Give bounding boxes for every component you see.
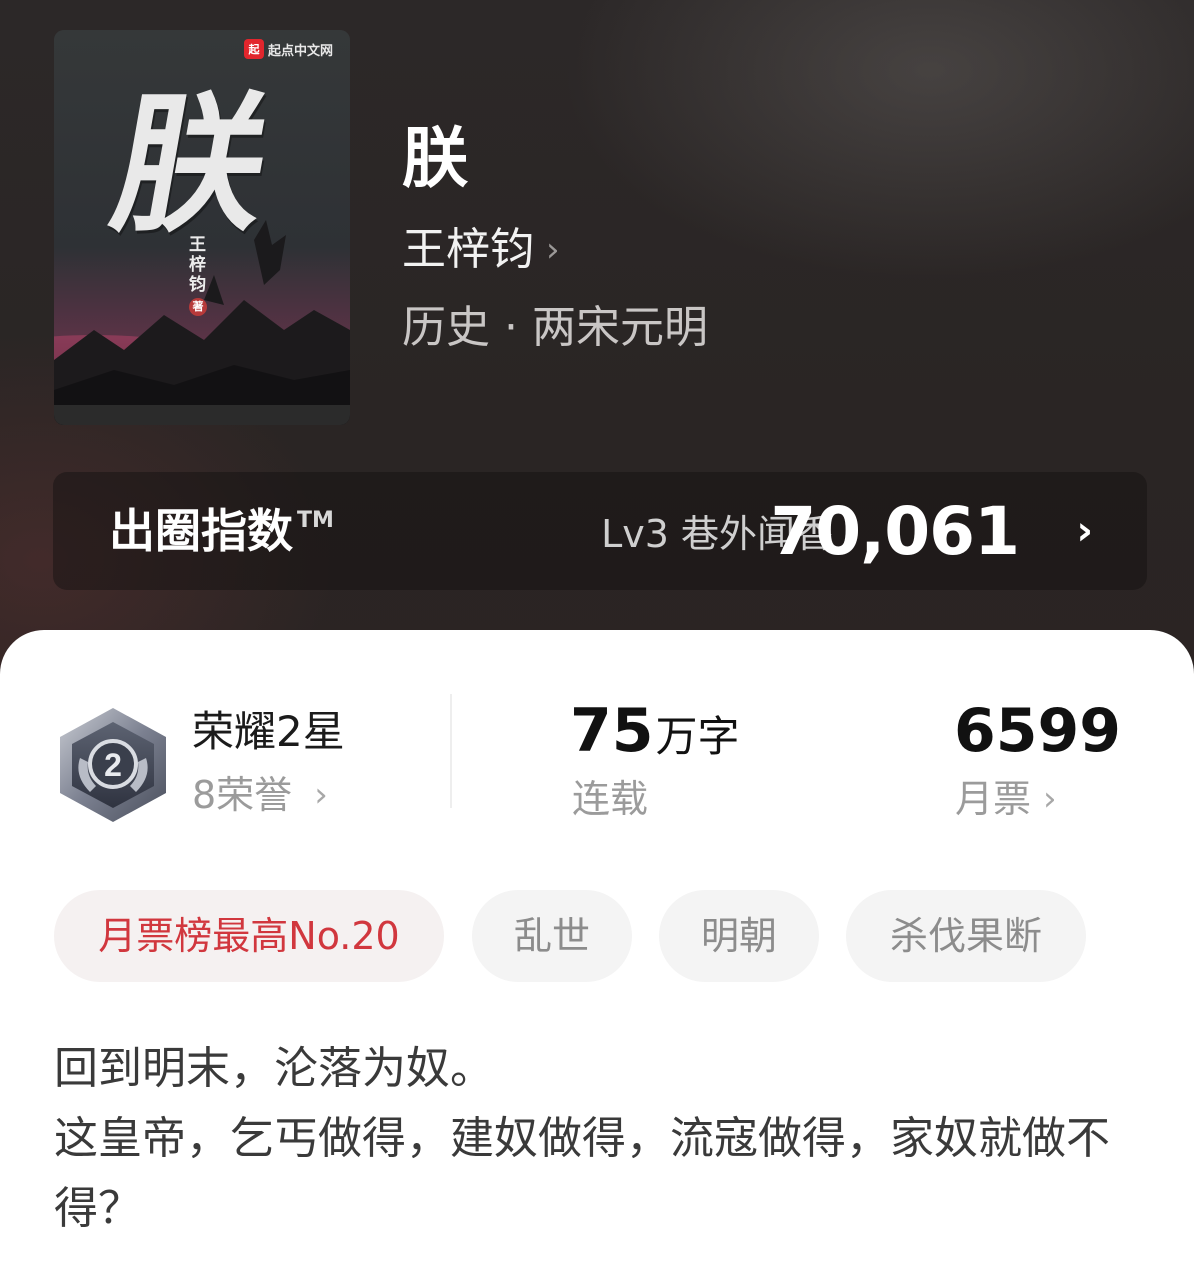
honor-badge-number: 2 — [104, 747, 122, 783]
stats-divider — [450, 694, 452, 808]
author-link[interactable]: 王梓钧 › — [402, 222, 560, 278]
cover-author-text: 王梓钧 — [189, 235, 206, 295]
word-count: 75 万字 — [570, 696, 740, 767]
cover-author-badge: 著 — [189, 298, 207, 316]
book-title: 朕 — [402, 119, 468, 197]
book-cover[interactable]: 起 起点中文网 朕 王梓钧 著 — [54, 30, 350, 425]
cover-logo-text: 起点中文网 — [268, 43, 334, 59]
cover-title: 朕 — [100, 77, 282, 253]
tag-item[interactable]: 杀伐果断 — [846, 890, 1086, 982]
chevron-right-icon: › — [546, 230, 560, 270]
cover-logo: 起 起点中文网 — [244, 38, 333, 60]
honor-count: 8荣誉 — [192, 773, 293, 817]
book-header: 起 起点中文网 朕 王梓钧 著 朕 王梓钧 › 历史 · 两宋元明 出圈指数 T… — [0, 0, 1194, 700]
chevron-right-icon: › — [1076, 508, 1093, 554]
book-synopsis[interactable]: 回到明末，沦落为奴。 这皇帝，乞丐做得，建奴做得，流寇做得，家奴就做不得？ — [54, 1034, 1134, 1244]
chevron-right-icon: › — [314, 775, 328, 815]
trademark-mark: TM — [297, 508, 334, 533]
tag-item[interactable]: 乱世 — [472, 890, 632, 982]
honor-title: 荣耀2星 — [192, 707, 345, 756]
author-name: 王梓钧 — [402, 224, 534, 275]
book-info-sheet: 2 荣耀2星 8荣誉 › 75 万字 连载 6599 月票 › 月票榜最高No.… — [0, 630, 1194, 1262]
monthly-votes-link[interactable]: 月票 › — [955, 774, 1057, 824]
popularity-index-card[interactable]: 出圈指数 TM Lv3 巷外闻香 70,061 › — [53, 472, 1147, 590]
honor-badge-icon[interactable]: 2 — [56, 706, 170, 824]
tag-rank[interactable]: 月票榜最高No.20 — [54, 890, 444, 982]
monthly-votes-value: 6599 — [954, 696, 1121, 766]
serial-status: 连载 — [572, 777, 649, 821]
honor-link[interactable]: 8荣誉 › — [192, 770, 328, 820]
cover-author: 王梓钧 著 — [189, 235, 211, 316]
monthly-votes-label: 月票 — [955, 777, 1032, 821]
qidian-logo-icon: 起 — [244, 39, 264, 59]
word-count-unit: 万字 — [655, 712, 740, 761]
tag-item[interactable]: 明朝 — [659, 890, 819, 982]
index-value: 70,061 — [770, 493, 1020, 570]
word-count-number: 75 — [570, 696, 654, 766]
chevron-right-icon: › — [1043, 779, 1057, 819]
index-label: 出圈指数 — [109, 504, 293, 558]
book-category: 历史 · 两宋元明 — [402, 302, 708, 353]
